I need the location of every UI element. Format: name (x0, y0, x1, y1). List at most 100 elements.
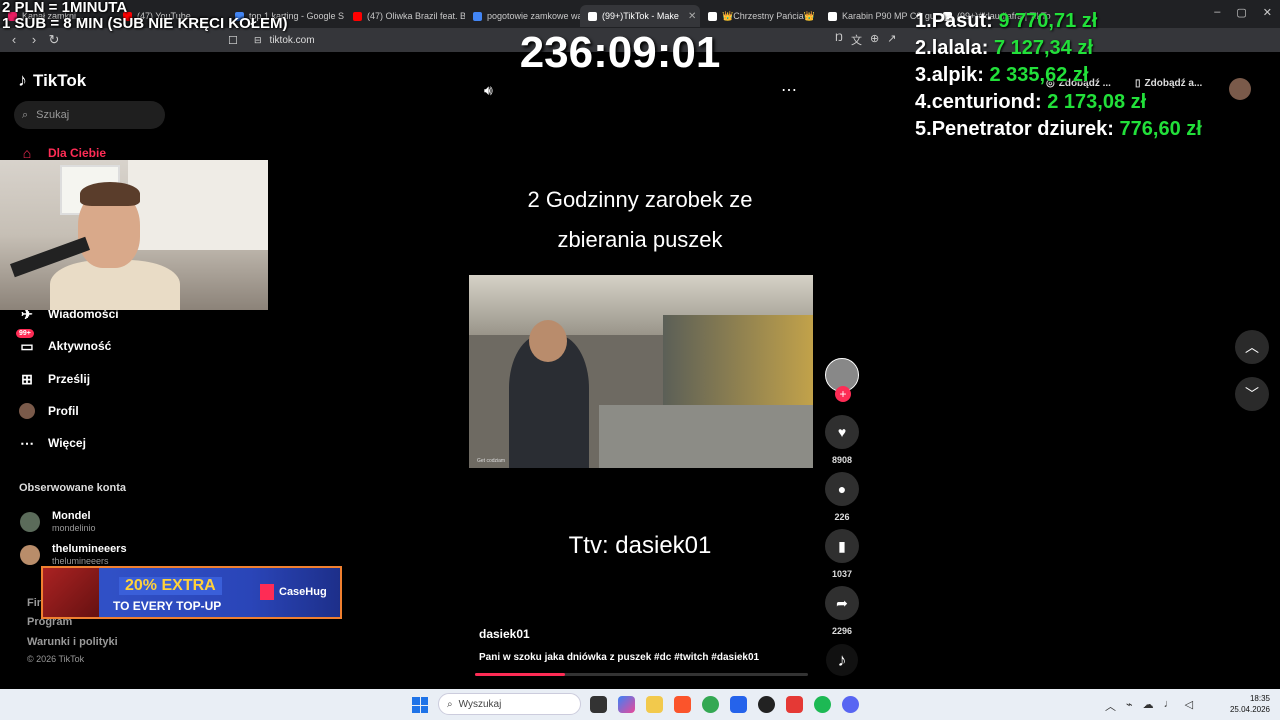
store-icon[interactable] (730, 696, 747, 713)
obs-icon[interactable] (758, 696, 775, 713)
profile-icon (18, 402, 36, 420)
ad-brand-name: CaseHug (279, 586, 327, 598)
save-count: 1037 (831, 569, 853, 579)
more-options-icon[interactable]: ⋯ (781, 80, 797, 100)
tab-label: 👑Chrzestny Pańcia👑 (722, 10, 815, 21)
video-description[interactable]: Pani w szoku jaka dniówka z puszek #dc #… (479, 652, 759, 663)
bookmark-icon[interactable]: ☐ (228, 34, 238, 47)
tiktok-floating-icon[interactable]: ♪ (826, 644, 858, 676)
leaderboard-amount: 776,60 zł (1119, 118, 1202, 140)
tab-favicon-icon (828, 11, 837, 21)
leaderboard-row: 4.centuriond: 2 173,08 zł (915, 89, 1202, 116)
leaderboard-row: 3.alpik: 2 335,62 zł (915, 62, 1202, 89)
close-icon[interactable]: ✕ (1263, 6, 1272, 19)
share-button[interactable]: ➦ 2296 (824, 586, 860, 636)
followed-accounts-title: Obserwowane konta (19, 482, 126, 494)
tab-label: pogotowie zamkowe wa (487, 11, 580, 21)
leaderboard-amount: 2 173,08 zł (1047, 91, 1147, 113)
tab-label: (47) Oliwka Brazil feat. B (367, 11, 465, 21)
minimize-icon[interactable]: – (1214, 6, 1220, 19)
tiktok-logo[interactable]: ♪ TikTok (18, 70, 86, 91)
sidebar-item-activity[interactable]: ▭ 99+ Aktywność (16, 329, 111, 355)
task-view-icon[interactable] (590, 696, 607, 713)
taskbar-apps (590, 696, 859, 713)
bookmark-icon: ▮ (825, 529, 859, 563)
volume-icon[interactable]: 🔊︎ (484, 82, 493, 99)
copilot-icon[interactable] (618, 696, 635, 713)
heart-icon: ♥ (825, 415, 859, 449)
account-name: thelumineeers (52, 543, 127, 555)
follow-plus-icon[interactable]: + (835, 386, 851, 402)
video-frame[interactable]: Get codziam (469, 275, 813, 468)
leaderboard-name: Penetrator dziurek: (931, 118, 1114, 140)
video-author[interactable]: dasiek01 (479, 627, 530, 641)
translate-icon[interactable]: 文 (851, 32, 862, 48)
chevron-down-icon: ﹀ (1245, 386, 1259, 402)
spotify-icon[interactable] (814, 696, 831, 713)
tiktok-note-icon: ♪ (18, 70, 27, 90)
browser-tab[interactable]: (99+)TikTok - Make ✕ (580, 5, 700, 27)
browser-icon[interactable] (786, 696, 803, 713)
volume-icon[interactable]: ◁ (1185, 698, 1193, 714)
comment-icon: ● (825, 472, 859, 506)
browser-tab[interactable]: (47) Oliwka Brazil feat. B (345, 5, 465, 27)
ext-icon[interactable]: Ŋ (835, 32, 843, 48)
video-progress-bar[interactable] (475, 673, 808, 676)
sidebar-item-upload[interactable]: ⊞ Prześlij (18, 370, 90, 388)
casehug-ad-banner[interactable]: 20% EXTRA TO EVERY TOP-UP CaseHug (41, 566, 342, 619)
brave-icon[interactable] (674, 696, 691, 713)
windows-taskbar: ⌕ Wyszukaj ︿ ⌁ ☁ ♩ ◁ 18:35 25.04.2026 (0, 689, 1280, 720)
followed-account[interactable]: thelumineeers thelumineeers (20, 543, 127, 567)
video-caption-line: 2 Godzinny zarobek ze (527, 187, 753, 212)
tab-close-icon[interactable]: ✕ (688, 11, 696, 22)
taskbar-clock[interactable]: 18:35 25.04.2026 (1228, 693, 1270, 715)
search-input[interactable]: ⌕ Szukaj (14, 101, 165, 129)
taskbar-search-input[interactable]: ⌕ Wyszukaj (438, 693, 581, 715)
cloud-icon[interactable]: ☁ (1143, 698, 1154, 714)
next-video-button[interactable]: ﹀ (1235, 377, 1269, 411)
activity-badge: 99+ (16, 329, 34, 338)
followed-account[interactable]: Mondel mondelinio (20, 510, 96, 534)
like-button[interactable]: ♥ 8908 (824, 415, 860, 465)
zoom-icon[interactable]: ⊕ (870, 32, 879, 48)
webcam-wall (128, 160, 268, 250)
leaderboard-name: Pasut: (931, 10, 993, 32)
leaderboard-rank: 3. (915, 64, 932, 86)
sidebar-item-more[interactable]: ⋯ Więcej (18, 434, 86, 452)
sidebar-item-profile[interactable]: Profil (18, 402, 79, 420)
avatar (20, 512, 40, 532)
file-explorer-icon[interactable] (646, 696, 663, 713)
sidebar-item-label: Prześlij (48, 372, 91, 386)
mic-icon[interactable]: ♩ (1164, 698, 1175, 714)
copyright: © 2026 TikTok (27, 654, 85, 664)
chrome-icon[interactable] (702, 696, 719, 713)
site-info-icon[interactable]: ⊟ (254, 35, 262, 46)
share-icon[interactable]: ↗ (887, 32, 896, 48)
browser-tab[interactable]: 👑Chrzestny Pańcia👑 (700, 5, 820, 27)
store-counter (599, 405, 813, 468)
save-button[interactable]: ▮ 1037 (824, 529, 860, 579)
casehug-logo-icon (260, 584, 274, 600)
logo-text: TikTok (33, 70, 87, 90)
tray-chevron-icon[interactable]: ︿ (1105, 698, 1116, 714)
previous-video-button[interactable]: ︿ (1235, 330, 1269, 364)
donation-rate-line-1: 2 PLN = 1MINUTA (2, 0, 128, 16)
tab-favicon-icon (473, 11, 482, 21)
comment-button[interactable]: ● 226 (824, 472, 860, 522)
user-avatar[interactable] (1229, 78, 1251, 100)
forward-icon[interactable]: › (24, 32, 44, 47)
ad-subline: TO EVERY TOP-UP (113, 599, 222, 613)
footer-link[interactable]: Warunki i polityki (27, 636, 118, 648)
window-controls: – ▢ ✕ (1214, 6, 1272, 19)
windows-start-icon[interactable] (412, 697, 428, 713)
footer-link[interactable]: Fir (27, 597, 41, 609)
ad-chest-image (43, 568, 99, 617)
back-icon[interactable]: ‹ (4, 32, 24, 47)
maximize-icon[interactable]: ▢ (1236, 6, 1246, 19)
reload-icon[interactable]: ↻ (44, 32, 64, 48)
system-tray: ︿ ⌁ ☁ ♩ ◁ (1105, 698, 1193, 714)
network-icon[interactable]: ⌁ (1126, 698, 1133, 714)
browser-tab[interactable]: pogotowie zamkowe wa (465, 5, 580, 27)
discord-icon[interactable] (842, 696, 859, 713)
clock-time: 18:35 (1249, 694, 1270, 703)
